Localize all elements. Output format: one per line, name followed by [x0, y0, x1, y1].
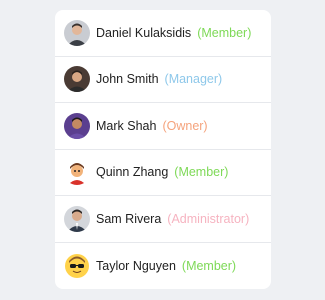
person-avatar-icon [64, 205, 90, 232]
member-row[interactable]: Daniel Kulaksidis (Member) [55, 10, 271, 57]
member-row[interactable]: Quinn Zhang (Member) [55, 150, 271, 196]
member-row[interactable]: John Smith (Manager) [55, 57, 271, 103]
member-name: Quinn Zhang [96, 165, 169, 180]
person-avatar-icon [64, 19, 90, 46]
member-role: (Owner) [162, 118, 208, 133]
member-role: (Manager) [164, 72, 223, 87]
emoji-sunglasses-avatar-icon [64, 252, 90, 279]
member-row[interactable]: Sam Rivera (Administrator) [55, 196, 271, 243]
member-name: Mark Shah [96, 118, 157, 133]
person-avatar-icon [64, 66, 90, 93]
member-role: (Administrator) [167, 211, 250, 226]
member-role: (Member) [174, 165, 229, 180]
member-name: Sam Rivera [96, 211, 162, 226]
member-row[interactable]: Taylor Nguyen (Member) [55, 243, 271, 290]
member-name: Daniel Kulaksidis [96, 25, 192, 40]
member-name: Taylor Nguyen [96, 258, 176, 273]
member-name: John Smith [96, 72, 159, 87]
cartoon-avatar-icon [64, 159, 90, 186]
person-avatar-icon [64, 112, 90, 139]
member-row[interactable]: Mark Shah (Owner) [55, 103, 271, 150]
member-list-card: Daniel Kulaksidis (Member) John Smith (M… [55, 10, 271, 289]
member-role: (Member) [181, 258, 237, 273]
member-role: (Member) [197, 25, 252, 40]
